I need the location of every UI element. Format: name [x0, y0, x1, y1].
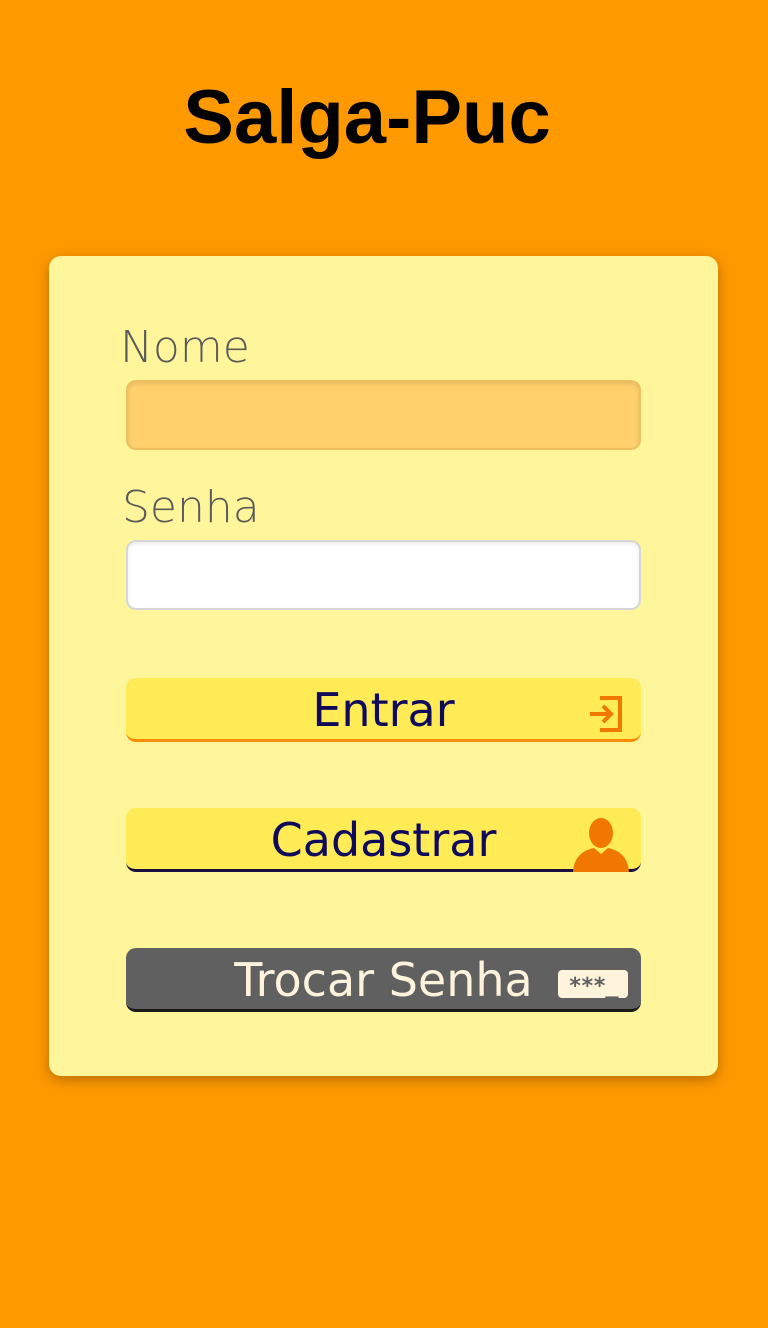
- login-card: Nome Senha Entrar Cadastrar Trocar Senha…: [49, 256, 718, 1076]
- nome-input[interactable]: [126, 380, 641, 450]
- password-icon: ***_: [558, 970, 628, 998]
- app-title: Salga-Puc: [183, 75, 551, 160]
- user-icon: [573, 818, 629, 872]
- cadastrar-button[interactable]: Cadastrar: [126, 808, 641, 872]
- trocar-senha-button[interactable]: Trocar Senha ***_: [126, 948, 641, 1012]
- cadastrar-button-label: Cadastrar: [270, 813, 497, 867]
- nome-label: Nome: [120, 322, 250, 373]
- senha-label: Senha: [122, 482, 260, 533]
- entrar-button-label: Entrar: [312, 683, 455, 737]
- entrar-button[interactable]: Entrar: [126, 678, 641, 742]
- senha-input[interactable]: [126, 540, 641, 610]
- login-icon: [590, 696, 622, 732]
